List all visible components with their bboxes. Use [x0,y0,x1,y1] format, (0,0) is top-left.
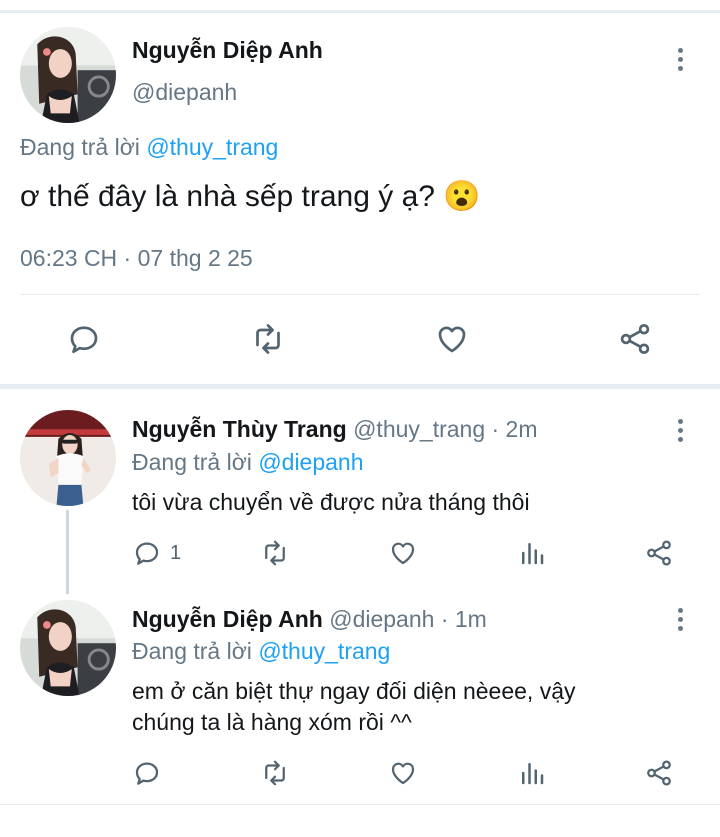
analytics-button[interactable] [517,538,547,568]
share-button[interactable] [644,538,674,568]
share-icon [617,321,653,357]
thread-line [66,510,69,594]
author-meta: @diepanh · 1m [329,606,487,632]
retweet-button[interactable] [250,321,286,357]
divider [20,294,700,295]
reply-context: Đang trả lời @thuy_trang [132,638,390,665]
author-name[interactable]: Nguyễn Thùy Trang [132,416,347,442]
share-icon [644,538,674,568]
reply-context: Đang trả lời @diepanh [132,449,364,476]
retweet-button[interactable] [260,538,290,568]
avatar[interactable] [20,600,116,696]
avatar[interactable] [20,27,116,123]
reply-icon [132,538,162,568]
like-icon [388,758,418,788]
avatar[interactable] [20,410,116,506]
tweet-text-content: ơ thế đây là nhà sếp trang ý ạ? [20,180,435,213]
reply-text-line-2: chúng ta là hàng xóm rồi ^^ [132,709,412,735]
author-meta: @thuy_trang · 2m [353,416,538,442]
analytics-button[interactable] [517,758,547,788]
like-button[interactable] [388,538,418,568]
author-name[interactable]: Nguyễn Diệp Anh [132,37,323,64]
reply-button[interactable]: 1 [132,538,181,568]
more-icon[interactable] [678,48,683,75]
tweet-text: ơ thế đây là nhà sếp trang ý ạ? 😮 [20,179,481,214]
top-divider [0,10,720,13]
author-handle[interactable]: @diepanh [132,79,237,106]
reply-prefix: Đang trả lời [20,134,140,160]
share-icon [644,758,674,788]
avatar-image [20,27,116,123]
retweet-button[interactable] [260,758,290,788]
tweet-timestamp[interactable]: 06:23 CH · 07 thg 2 25 [20,245,253,272]
reply-header: Nguyễn Thùy Trang @thuy_trang · 2m [132,416,538,443]
like-icon [434,321,470,357]
reply-icon [132,758,162,788]
analytics-icon [517,758,547,788]
reply-to-link[interactable]: @thuy_trang [258,638,390,664]
avatar-image [20,600,116,696]
reply-text: tôi vừa chuyển về được nửa tháng thôi [132,489,530,515]
reply-prefix: Đang trả lời [132,638,252,664]
reply-button[interactable] [132,758,162,788]
retweet-icon [260,538,290,568]
reply-text-line-1: em ở căn biệt thự ngay đối diện nèeee, v… [132,678,576,704]
bottom-divider [0,804,720,805]
retweet-icon [260,758,290,788]
share-button[interactable] [617,321,653,357]
surprised-emoji-icon: 😮 [443,180,481,213]
retweet-icon [250,321,286,357]
share-button[interactable] [644,758,674,788]
reply-to-link[interactable]: @diepanh [258,449,363,475]
analytics-icon [517,538,547,568]
section-divider [0,384,720,389]
more-icon[interactable] [678,608,683,635]
reply-count: 1 [170,541,182,564]
like-button[interactable] [434,321,470,357]
more-icon[interactable] [678,419,683,446]
author-name[interactable]: Nguyễn Diệp Anh [132,606,323,632]
reply-prefix: Đang trả lời [132,449,252,475]
reply-button[interactable] [66,321,102,357]
avatar-image [20,410,116,506]
like-icon [388,538,418,568]
reply-to-link[interactable]: @thuy_trang [146,134,278,160]
reply-context: Đang trả lời @thuy_trang [20,134,278,161]
reply-icon [66,321,102,357]
reply-header: Nguyễn Diệp Anh @diepanh · 1m [132,606,487,633]
like-button[interactable] [388,758,418,788]
